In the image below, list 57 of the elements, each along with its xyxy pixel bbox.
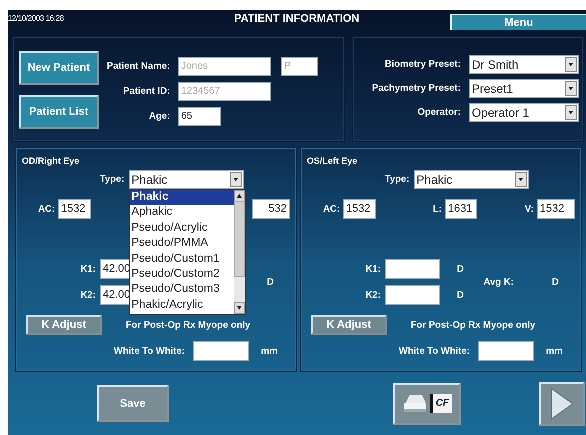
scrollbar-icon[interactable] bbox=[234, 190, 245, 314]
unit-label: D bbox=[457, 290, 464, 300]
input-field[interactable] bbox=[385, 285, 440, 305]
field-label: V: bbox=[525, 204, 534, 214]
input-field[interactable] bbox=[193, 341, 250, 361]
field-label: K2: bbox=[80, 290, 96, 300]
next-button[interactable] bbox=[539, 382, 585, 426]
dropdown[interactable]: Phakic bbox=[128, 170, 244, 189]
note-text: For Post-Op Rx Myope only bbox=[411, 320, 536, 330]
input-field[interactable]: 1532 bbox=[343, 199, 376, 219]
menu-button[interactable]: Menu bbox=[450, 14, 586, 30]
input-field[interactable]: 65 bbox=[178, 107, 222, 126]
note-text: For Post-Op Rx Myope only bbox=[126, 320, 251, 330]
field-label: White To White: bbox=[399, 346, 470, 356]
field-label: Pachymetry Preset: bbox=[371, 83, 461, 94]
input-field[interactable] bbox=[478, 341, 534, 361]
patient-button[interactable]: New Patient bbox=[19, 51, 99, 85]
input-field[interactable]: 1532 bbox=[537, 199, 575, 219]
field-label: K1: bbox=[80, 264, 96, 274]
panel-title: OD/Right Eye bbox=[22, 156, 81, 166]
field-label: AC: bbox=[323, 204, 340, 214]
dropdown[interactable]: Operator 1 bbox=[469, 103, 579, 122]
field-label: Age: bbox=[148, 111, 170, 122]
field-label: Operator: bbox=[416, 107, 461, 118]
field-label: K2: bbox=[364, 290, 381, 300]
field-label: Type: bbox=[100, 174, 125, 185]
input-field[interactable]: 1631 bbox=[445, 199, 478, 219]
patient-button[interactable]: Patient List bbox=[19, 95, 99, 129]
field-label: Patient ID: bbox=[122, 86, 170, 97]
field-label: White To White: bbox=[114, 346, 186, 356]
field-label: Avg K: bbox=[484, 276, 514, 288]
dropdown[interactable]: Dr Smith bbox=[469, 55, 579, 74]
input-field[interactable]: 532 bbox=[252, 199, 290, 219]
k-adjust-button[interactable]: K Adjust bbox=[311, 315, 387, 335]
field-label: K1: bbox=[364, 264, 381, 274]
input-field[interactable]: 1532 bbox=[58, 199, 92, 219]
dropdown[interactable]: Phakic bbox=[414, 170, 529, 189]
dropdown[interactable]: Preset1 bbox=[469, 79, 579, 98]
k-adjust-button[interactable]: K Adjust bbox=[26, 315, 102, 335]
date-time: 12/10/2003 16:28 bbox=[8, 14, 64, 23]
unit-label: D bbox=[552, 276, 559, 288]
field-label: Patient Name: bbox=[107, 61, 170, 72]
print-button[interactable]: CF bbox=[393, 382, 461, 424]
play-arrow-icon bbox=[549, 386, 575, 420]
field-label: AC: bbox=[38, 204, 56, 214]
field-label: L: bbox=[433, 204, 442, 214]
panel-title: OS/Left Eye bbox=[307, 156, 359, 166]
field-label: Biometry Preset: bbox=[384, 59, 461, 70]
field-label: Type: bbox=[385, 174, 410, 185]
unit-label: mm bbox=[546, 346, 563, 356]
input-field[interactable] bbox=[385, 259, 440, 279]
screen-title: PATIENT INFORMATION bbox=[233, 13, 361, 25]
dropdown-option[interactable]: Phakic bbox=[130, 190, 234, 206]
unit-label: mm bbox=[261, 346, 278, 356]
printer-icon bbox=[402, 392, 428, 414]
unit-label: D bbox=[457, 264, 464, 274]
unit-label: D bbox=[267, 276, 274, 288]
